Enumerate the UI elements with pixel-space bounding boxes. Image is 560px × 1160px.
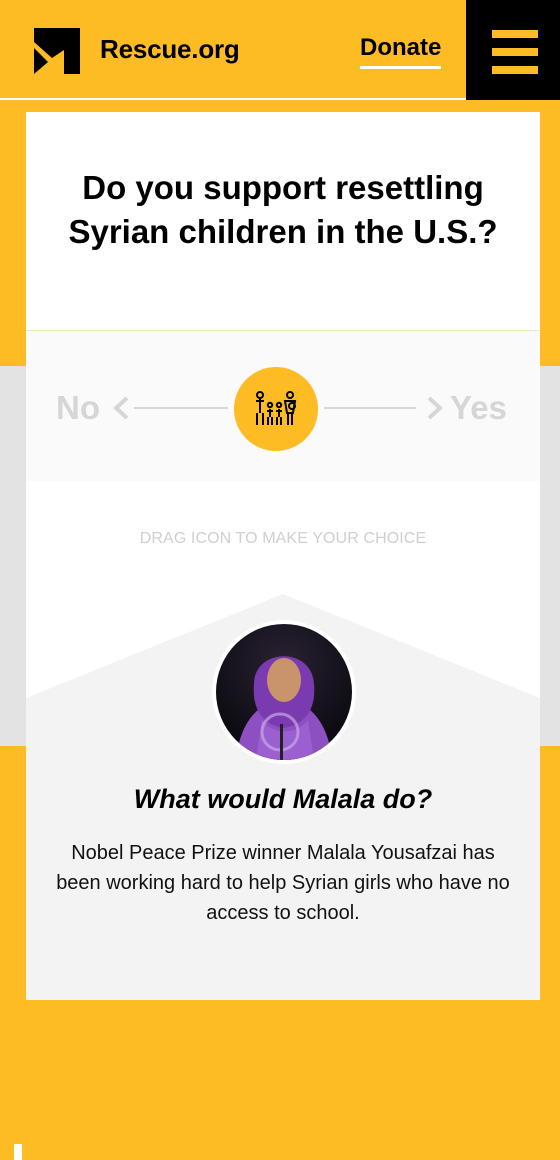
chevron-left-icon: [113, 396, 129, 420]
site-header: Rescue.org Donate: [0, 0, 560, 100]
malala-panel: What would Malala do? Nobel Peace Prize …: [26, 594, 540, 1000]
slider-track-right: [324, 407, 416, 409]
malala-photo: [236, 656, 332, 760]
menu-button[interactable]: [466, 0, 560, 100]
malala-description: Nobel Peace Prize winner Malala Yousafza…: [56, 842, 510, 924]
malala-heading: What would Malala do?: [133, 784, 433, 814]
yes-label[interactable]: Yes: [450, 389, 507, 427]
donate-link[interactable]: Donate: [360, 34, 442, 69]
family-icon: [256, 391, 297, 425]
poll-question: Do you support resettling Syrian childre…: [68, 169, 498, 250]
hamburger-icon-bar: [492, 66, 538, 74]
site-logo-text[interactable]: Rescue.org: [100, 34, 240, 65]
chevron-right-icon: [427, 396, 443, 420]
drag-choice-knob[interactable]: [234, 367, 318, 451]
poll-card: Do you support resettling Syrian childre…: [26, 112, 540, 1000]
no-label[interactable]: No: [56, 389, 100, 427]
drag-hint: DRAG ICON TO MAKE YOUR CHOICE: [139, 530, 427, 547]
hamburger-icon-bar: [492, 30, 538, 38]
scroll-indicator: [14, 1144, 22, 1160]
choice-slider: No Yes: [26, 331, 540, 481]
hamburger-icon-bar: [492, 48, 538, 56]
slider-track-left: [134, 407, 228, 409]
malala-portrait: [212, 620, 356, 764]
irc-logo-icon[interactable]: [34, 28, 80, 74]
